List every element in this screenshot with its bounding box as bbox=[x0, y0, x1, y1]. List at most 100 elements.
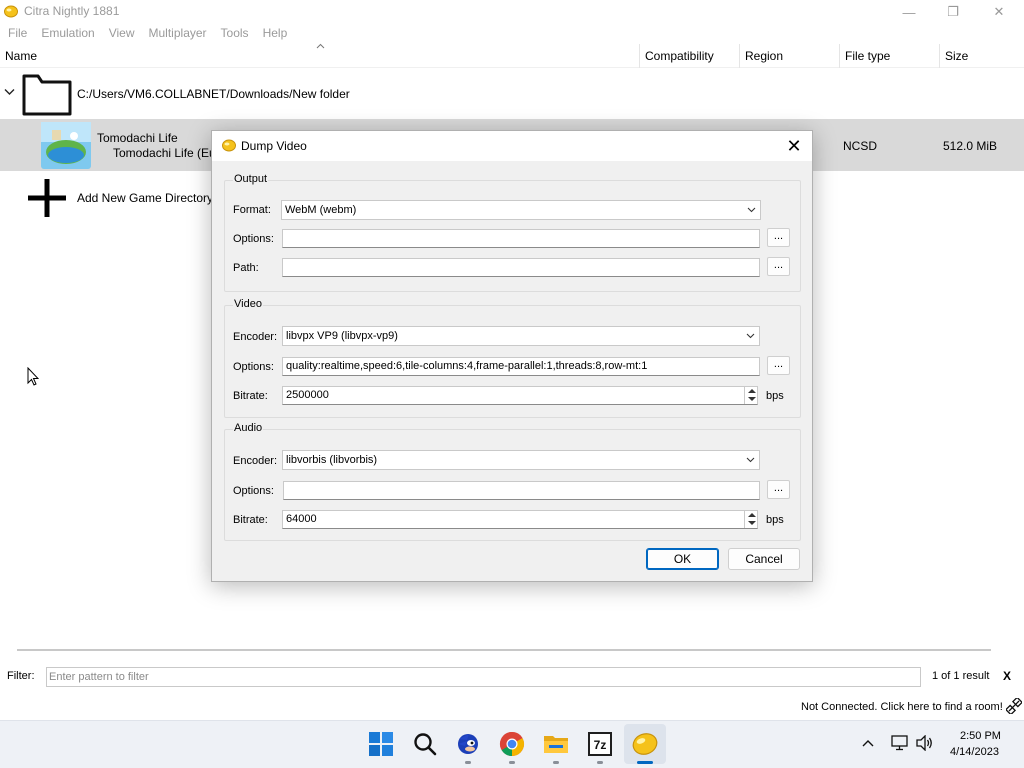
video-group-title: Video bbox=[233, 298, 263, 310]
video-bitrate-input[interactable]: 2500000 bbox=[282, 386, 758, 405]
close-button[interactable]: ✕ bbox=[976, 0, 1022, 24]
window-titlebar: Citra Nightly 1881 — ❐ ✕ bbox=[0, 0, 1024, 24]
directory-path: C:/Users/VM6.COLLABNET/Downloads/New fol… bbox=[77, 87, 350, 101]
output-group-title: Output bbox=[233, 173, 269, 185]
chevron-down-icon bbox=[746, 333, 755, 339]
taskbar-running-indicator bbox=[597, 761, 603, 764]
game-cover-icon bbox=[41, 122, 91, 169]
splitter-handle[interactable] bbox=[17, 649, 991, 651]
7zip-icon[interactable]: 7z bbox=[587, 731, 613, 757]
video-bitrate-spinner[interactable] bbox=[744, 387, 757, 404]
output-format-value: WebM (webm) bbox=[285, 204, 357, 216]
svg-text:7z: 7z bbox=[594, 738, 607, 752]
audio-bitrate-label: Bitrate: bbox=[233, 514, 268, 526]
multiplayer-status[interactable]: Not Connected. Click here to find a room… bbox=[801, 701, 1003, 713]
cancel-button[interactable]: Cancel bbox=[728, 548, 800, 570]
menu-emulation[interactable]: Emulation bbox=[34, 24, 101, 44]
video-group: Video Encoder: libvpx VP9 (libvpx-vp9) O… bbox=[224, 298, 801, 418]
spin-up-icon[interactable] bbox=[748, 513, 756, 517]
menu-tools[interactable]: Tools bbox=[214, 24, 256, 44]
ok-button[interactable]: OK bbox=[646, 548, 719, 570]
column-size[interactable]: Size bbox=[939, 44, 1024, 68]
audio-options-browse-button[interactable]: ... bbox=[767, 480, 790, 499]
taskbar-running-indicator bbox=[509, 761, 515, 764]
game-file-type: NCSD bbox=[843, 139, 878, 153]
plus-icon bbox=[28, 179, 66, 217]
maximize-button[interactable]: ❐ bbox=[930, 0, 976, 24]
game-directory-row[interactable]: C:/Users/VM6.COLLABNET/Downloads/New fol… bbox=[0, 70, 1024, 118]
folder-icon bbox=[22, 74, 72, 116]
windows-start-icon[interactable] bbox=[368, 731, 394, 757]
sort-ascending-icon bbox=[316, 43, 325, 49]
output-options-input[interactable] bbox=[282, 229, 760, 248]
output-options-browse-button[interactable]: ... bbox=[767, 228, 790, 247]
audio-group-title: Audio bbox=[233, 422, 264, 434]
clock-time[interactable]: 2:50 PM bbox=[960, 730, 1001, 742]
game-size: 512.0 MiB bbox=[943, 139, 998, 153]
chevron-down-icon bbox=[746, 457, 755, 463]
output-path-label: Path: bbox=[233, 262, 259, 274]
citra-logo-icon bbox=[222, 139, 236, 152]
add-directory-label: Add New Game Directory bbox=[77, 191, 214, 205]
column-file-type[interactable]: File type bbox=[839, 44, 939, 68]
filter-clear-button[interactable]: X bbox=[1003, 669, 1011, 683]
filter-result-count: 1 of 1 result bbox=[932, 670, 990, 682]
spin-down-icon[interactable] bbox=[748, 397, 756, 401]
collapse-chevron-icon[interactable] bbox=[4, 88, 15, 96]
output-path-input[interactable] bbox=[282, 258, 760, 277]
audio-group: Audio Encoder: libvorbis (libvorbis) Opt… bbox=[224, 422, 801, 541]
search-icon[interactable] bbox=[412, 731, 438, 757]
dialog-close-button[interactable]: ✕ bbox=[782, 134, 806, 158]
video-bitrate-label: Bitrate: bbox=[233, 390, 268, 402]
chrome-icon[interactable] bbox=[499, 731, 525, 757]
output-options-label: Options: bbox=[233, 233, 274, 245]
minimize-button[interactable]: — bbox=[886, 0, 932, 24]
chevron-up-icon[interactable] bbox=[862, 739, 874, 747]
video-options-browse-button[interactable]: ... bbox=[767, 356, 790, 375]
clock-date[interactable]: 4/14/2023 bbox=[950, 746, 999, 758]
spin-down-icon[interactable] bbox=[748, 521, 756, 525]
audio-encoder-select[interactable]: libvorbis (libvorbis) bbox=[282, 450, 760, 470]
game-subtitle: Tomodachi Life (Eu bbox=[113, 146, 216, 160]
file-explorer-icon[interactable] bbox=[543, 731, 569, 757]
menu-view[interactable]: View bbox=[102, 24, 142, 44]
citra-logo-icon bbox=[4, 5, 18, 18]
dialog-title: Dump Video bbox=[241, 139, 307, 153]
audio-bitrate-unit: bps bbox=[766, 514, 784, 526]
video-bitrate-unit: bps bbox=[766, 390, 784, 402]
dump-video-dialog: Dump Video ✕ Output Format: WebM (webm) … bbox=[211, 130, 813, 582]
video-bitrate-value: 2500000 bbox=[286, 389, 329, 401]
menu-multiplayer[interactable]: Multiplayer bbox=[142, 24, 214, 44]
output-format-select[interactable]: WebM (webm) bbox=[281, 200, 761, 220]
citra-icon[interactable] bbox=[632, 731, 658, 757]
video-encoder-select[interactable]: libvpx VP9 (libvpx-vp9) bbox=[282, 326, 760, 346]
taskbar-running-indicator bbox=[553, 761, 559, 764]
taskbar-running-indicator bbox=[465, 761, 471, 764]
menu-help[interactable]: Help bbox=[256, 24, 295, 44]
menu-file[interactable]: File bbox=[0, 24, 34, 44]
audio-encoder-label: Encoder: bbox=[233, 455, 278, 467]
output-format-label: Format: bbox=[233, 204, 271, 216]
game-list-header: Name Compatibility Region File type Size bbox=[0, 44, 1024, 68]
filter-label: Filter: bbox=[7, 670, 35, 682]
audio-bitrate-input[interactable]: 64000 bbox=[282, 510, 758, 529]
video-encoder-value: libvpx VP9 (libvpx-vp9) bbox=[286, 330, 398, 342]
network-icon[interactable] bbox=[891, 735, 909, 751]
column-compatibility[interactable]: Compatibility bbox=[639, 44, 739, 68]
filter-input[interactable]: Enter pattern to filter bbox=[46, 667, 921, 687]
spin-up-icon[interactable] bbox=[748, 389, 756, 393]
output-path-browse-button[interactable]: ... bbox=[767, 257, 790, 276]
mouse-cursor-icon bbox=[27, 367, 39, 386]
audio-options-input[interactable] bbox=[283, 481, 760, 500]
speaker-icon[interactable] bbox=[916, 735, 934, 751]
network-disconnected-icon[interactable] bbox=[1006, 698, 1022, 714]
video-options-input[interactable]: quality:realtime,speed:6,tile-columns:4,… bbox=[282, 357, 760, 376]
game-title: Tomodachi Life bbox=[97, 131, 178, 145]
audio-encoder-value: libvorbis (libvorbis) bbox=[286, 454, 378, 466]
sonic-icon[interactable] bbox=[455, 731, 481, 757]
audio-options-label: Options: bbox=[233, 485, 274, 497]
audio-bitrate-spinner[interactable] bbox=[744, 511, 757, 528]
column-region[interactable]: Region bbox=[739, 44, 839, 68]
audio-bitrate-value: 64000 bbox=[286, 513, 317, 525]
output-group: Output Format: WebM (webm) Options: ... … bbox=[224, 173, 801, 292]
